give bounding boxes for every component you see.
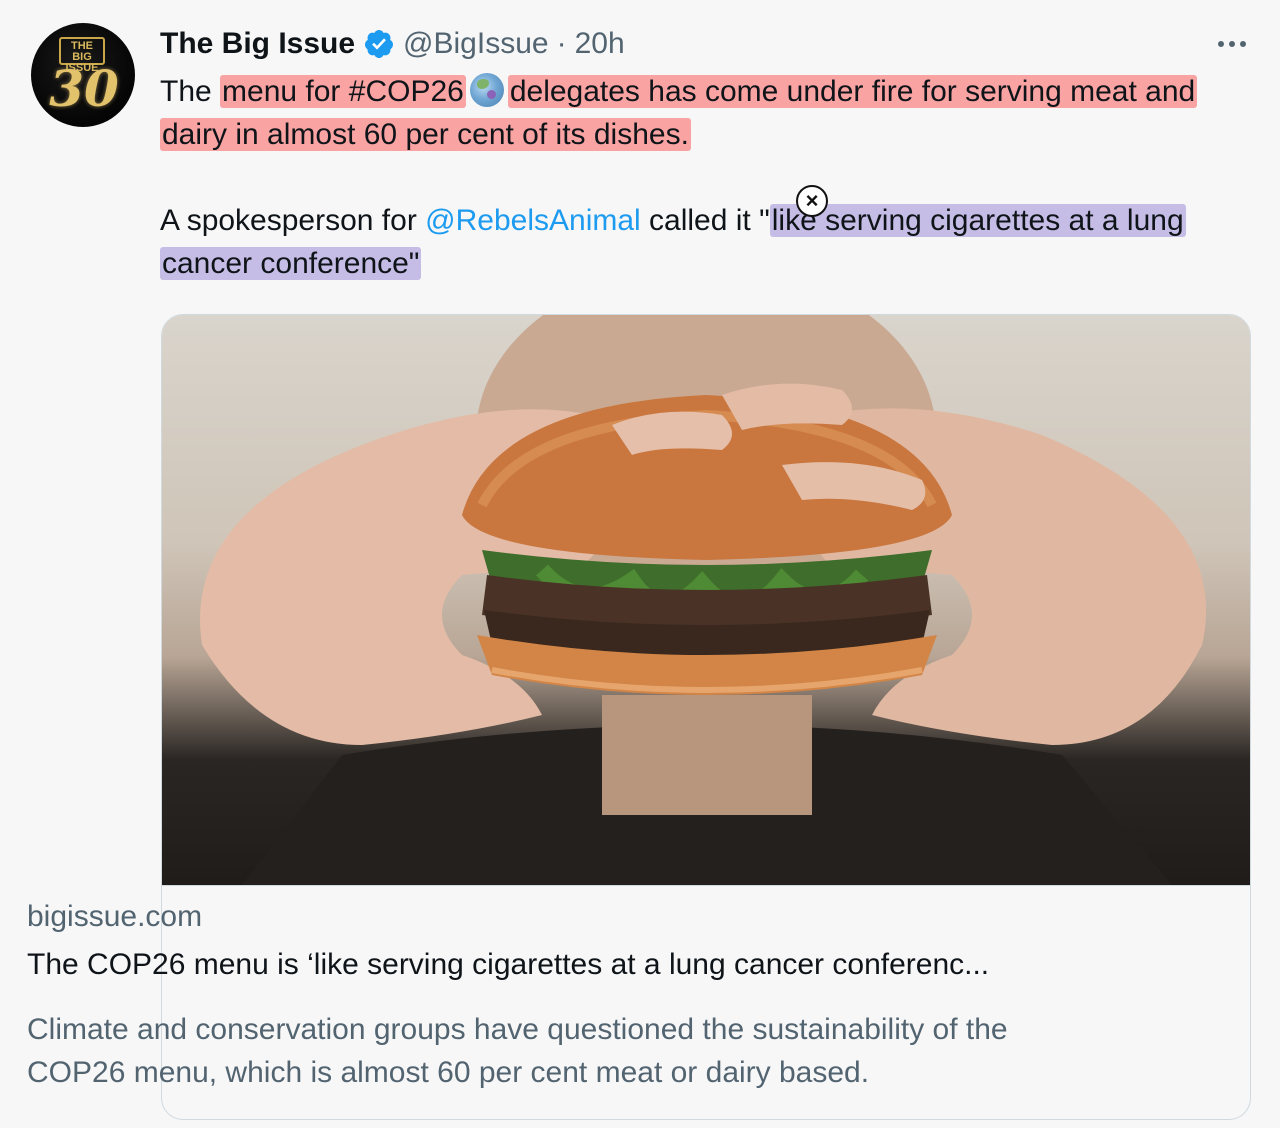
close-icon[interactable]: × xyxy=(796,185,828,217)
tweet-text-prefix: The xyxy=(160,75,221,108)
card-image xyxy=(162,315,1250,885)
card-domain[interactable]: bigissue.com xyxy=(27,900,202,934)
tweet-text-called-it: called it " xyxy=(640,204,770,237)
mention-link[interactable]: @RebelsAnimal xyxy=(425,204,641,237)
avatar[interactable]: THE BIG ISSUE 30 xyxy=(31,23,135,127)
author-handle[interactable]: @BigIssue xyxy=(403,27,549,61)
avatar-number: 30 xyxy=(49,59,119,118)
tweet-text-spokesperson: A spokesperson for xyxy=(160,204,426,237)
globe-emoji-icon xyxy=(469,73,504,107)
author-name[interactable]: The Big Issue xyxy=(160,27,355,61)
card-title[interactable]: The COP26 menu is ‘like serving cigarett… xyxy=(27,948,1067,982)
burger-photo-illustration xyxy=(200,315,1207,885)
card-divider xyxy=(162,885,1250,886)
separator-dot: · xyxy=(556,27,567,60)
card-description: Climate and conservation groups have que… xyxy=(27,1013,1008,1089)
link-card[interactable] xyxy=(161,314,1251,1120)
tweet-text: The menu for #COP26 delegates has come un… xyxy=(160,70,1240,285)
more-options-icon[interactable] xyxy=(1212,36,1252,52)
tweet-timestamp[interactable]: 20h xyxy=(575,27,625,61)
highlight-red-a: menu for #COP26 xyxy=(220,75,466,108)
tweet-header: The Big Issue @BigIssue · 20h xyxy=(160,24,625,64)
verified-badge-icon xyxy=(365,30,394,58)
